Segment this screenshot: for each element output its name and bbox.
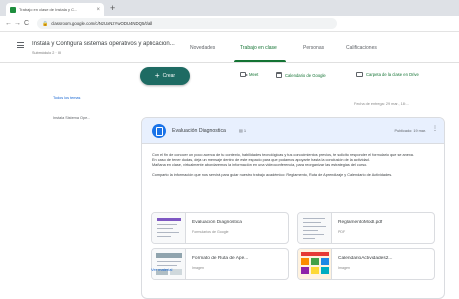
folder-icon [356,72,363,77]
description-paragraph: Comparto la información que nos servirá … [152,173,393,177]
new-tab-icon[interactable]: + [110,3,115,13]
calendar-label: Calendario de Google [285,72,326,78]
meet-button[interactable]: Meet [240,72,258,77]
calendar-button[interactable]: Calendario de Google [276,72,326,78]
tab-novedades[interactable]: Novedades [190,45,215,51]
tab-personas[interactable]: Personas [303,45,324,51]
description-paragraph: Mañana en clase, virtualmente abordaremo… [152,163,368,167]
drive-label: Carpeta de la clase en Drive [366,72,419,77]
attachment-title: Formato de Ruta de Apé... [192,256,249,261]
active-tab-indicator [234,60,286,62]
attachment-type: Imagen [192,266,204,270]
comments-number: 1 [243,128,247,133]
topic-card-header[interactable]: Evaluación Diagnostica ▤ 1 Publicado: 19… [142,118,444,144]
browser-tab[interactable]: Trabajo en clase de Instala y C... × [6,3,104,16]
plus-icon: + [154,71,160,80]
class-title[interactable]: Instala y Configura sistemas operativos … [32,41,190,47]
topic-description: Con el fin de conocer un poco acerca de … [142,144,444,178]
forward-icon[interactable]: → [13,20,22,27]
due-date-text: Fecha de entrega: 29 mar., 18:... [354,102,410,106]
tab-trabajo-en-clase[interactable]: Trabajo en clase [240,45,277,51]
comments-count: ▤ 1 [239,128,247,133]
url-text[interactable]: classroom.google.com/c/NzUxNzYwODU4NDQ5/… [51,21,152,26]
classroom-header: Instala y Configura sistemas operativos … [0,33,459,63]
lock-icon: 🔒 [42,20,49,27]
attachment-card[interactable]: Evaluación Diagnóstica Formularios de Go… [151,212,289,244]
video-camera-icon [240,72,248,77]
drive-folder-button[interactable]: Carpeta de la clase en Drive [356,72,419,77]
topic-card[interactable]: Evaluación Diagnostica ▤ 1 Publicado: 19… [141,117,445,299]
close-tab-icon[interactable]: × [96,7,100,13]
attachment-title: Evaluación Diagnóstica [192,220,242,225]
sidebar-item-topic[interactable]: Instala Sistema Ope... [53,116,90,120]
class-subtitle: Submódulo 2 · III [32,51,61,55]
more-options-icon[interactable]: ⋮ [432,126,438,132]
attachment-title: CalendarioActividades2... [338,256,393,261]
back-icon[interactable]: ← [4,20,13,27]
attachment-type: Imagen [338,266,350,270]
create-button-label: Crear [162,73,176,79]
posted-date: Publicado: 19 mar. [394,129,426,133]
pdf-thumbnail [298,213,332,243]
calendar-icon [276,72,282,78]
meet-label: Meet [249,72,259,77]
view-material-link[interactable]: Ver material [151,267,172,272]
reload-icon[interactable]: C [22,20,31,27]
attachment-card[interactable]: Formato de Ruta de Apé... Imagen [151,248,289,280]
assignment-icon [152,124,166,138]
image-thumbnail [298,249,332,279]
browser-toolbar: ← → C 🔒 classroom.google.com/c/NzUxNzYwO… [0,16,459,32]
image-thumbnail [152,249,186,279]
attachment-card[interactable]: ReglamentoModl.pdf PDF [297,212,435,244]
classroom-favicon-icon [10,6,16,13]
attachment-type: PDF [338,230,346,234]
hamburger-menu-icon[interactable] [17,42,24,48]
attachment-card[interactable]: CalendarioActividades2... Imagen [297,248,435,280]
browser-tab-title: Trabajo en clase de Instala y C... [19,7,78,12]
topic-title: Evaluación Diagnostica [172,128,226,134]
create-button[interactable]: + Crear [140,67,190,85]
attachment-title: ReglamentoModl.pdf [338,220,383,225]
address-bar[interactable]: 🔒 classroom.google.com/c/NzUxNzYwODU4NDQ… [37,18,337,29]
tab-calificaciones[interactable]: Calificaciones [346,45,377,51]
form-thumbnail [152,213,186,243]
browser-tab-strip: Trabajo en clase de Instala y C... × + [0,0,459,16]
attachment-type: Formularios de Google [192,230,229,234]
sidebar-item-all-topics[interactable]: Todos los temas [53,96,80,100]
